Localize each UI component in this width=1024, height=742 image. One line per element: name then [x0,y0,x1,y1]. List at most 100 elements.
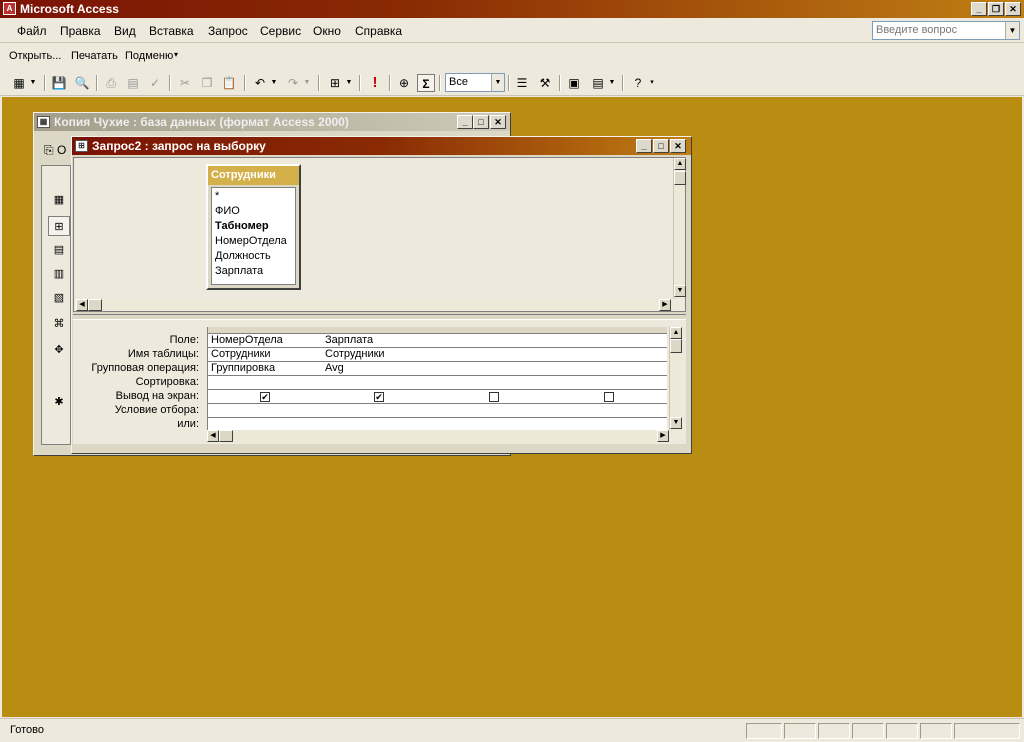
column-selector[interactable] [437,327,552,334]
grid-column-4[interactable] [552,327,667,432]
field-list-item[interactable]: Зарплата [215,265,263,277]
pages-icon[interactable]: ▧ [48,288,70,308]
tables-icon[interactable]: ▦ [48,190,70,210]
paste-icon[interactable]: 📋 [220,74,238,92]
spelling-icon[interactable]: ✓ [146,74,164,92]
field-list[interactable]: * ФИО Табномер НомерОтдела Должность Зар… [211,187,296,285]
column-selector[interactable] [208,327,323,334]
grid-cell-sort[interactable] [552,376,667,390]
menu-view[interactable]: Вид [114,24,136,38]
grid-cell-total[interactable] [437,362,552,376]
maximize-button[interactable]: □ [473,115,489,129]
show-checkbox[interactable]: ✔ [374,392,384,402]
close-button[interactable]: ✕ [490,115,506,129]
field-list-item[interactable]: * [215,190,219,202]
grid-cell-show[interactable]: ✔ [322,390,437,404]
grid-cell-sort[interactable] [322,376,437,390]
menu-file[interactable]: Файл [17,24,47,38]
grid-horizontal-scrollbar[interactable]: ◀ ▶ [207,430,669,442]
grid-column-2[interactable]: Зарплата Сотрудники Avg ✔ [322,327,437,432]
ask-question-box[interactable]: Введите вопрос ▼ [872,21,1020,40]
grid-cell-criteria[interactable] [322,404,437,418]
grid-cell-table[interactable]: Сотрудники [208,348,323,362]
scroll-left-icon[interactable]: ◀ [76,299,88,311]
grid-cell-field[interactable] [437,334,552,348]
run-icon[interactable]: ! [366,74,384,92]
scroll-right-icon[interactable]: ▶ [659,299,671,311]
undo-icon[interactable]: ↶ [251,74,269,92]
query-window-title-bar[interactable]: ⊞ Запрос2 : запрос на выборку _ □ ✕ [72,137,691,155]
table-pane[interactable]: Сотрудники * ФИО Табномер НомерОтдела До… [73,157,686,312]
grid-column-3[interactable] [437,327,552,432]
menu-edit[interactable]: Правка [60,24,101,38]
grid-cell-total[interactable] [552,362,667,376]
scroll-up-icon[interactable]: ▲ [670,327,682,339]
favorites-icon[interactable]: ✱ [48,392,70,412]
chevron-down-icon[interactable]: ▼ [269,74,279,92]
field-list-item[interactable]: ФИО [215,205,240,217]
open-button[interactable]: Открыть... [9,50,61,62]
scrollbar-thumb[interactable] [674,171,686,185]
grid-cell-criteria[interactable] [437,404,552,418]
database-open-button[interactable]: ⎘ О [44,143,66,158]
restore-button[interactable]: ❐ [988,2,1004,16]
grid-cell-sort[interactable] [208,376,323,390]
field-list-item[interactable]: Должность [215,250,271,262]
column-selector[interactable] [322,327,437,334]
table-pane-vertical-scrollbar[interactable]: ▲ ▼ [673,158,686,299]
close-button[interactable]: ✕ [1005,2,1021,16]
properties-icon[interactable]: ☰ [513,74,531,92]
scroll-up-icon[interactable]: ▲ [674,158,686,170]
chevron-down-icon[interactable]: ▼ [28,74,38,92]
show-table-icon[interactable]: ⊕ [395,74,413,92]
grid-cell-total[interactable]: Avg [322,362,437,376]
top-values-combo[interactable]: Все ▼ [445,73,505,92]
field-list-window[interactable]: Сотрудники * ФИО Табномер НомерОтдела До… [206,164,301,290]
grid-cell-table[interactable]: Сотрудники [322,348,437,362]
modules-icon[interactable]: ✥ [48,340,70,360]
database-window-title-bar[interactable]: ▦ Копия Чухие : база данных (формат Acce… [34,113,510,131]
chevron-down-icon[interactable]: ▼ [302,74,312,92]
access-app-icon[interactable]: A [3,2,16,15]
grid-cell-field[interactable] [552,334,667,348]
menu-query[interactable]: Запрос [208,24,248,38]
query-type-icon[interactable]: ⊞ [326,74,344,92]
chevron-down-icon[interactable]: ▾ [647,74,657,92]
minimize-button[interactable]: _ [971,2,987,16]
grid-cell-criteria[interactable] [208,404,323,418]
field-list-title[interactable]: Сотрудники [208,166,299,185]
print-preview-icon[interactable]: ▤ [124,74,142,92]
field-list-item-key[interactable]: Табномер [215,220,269,232]
print-button[interactable]: Печатать [71,50,118,62]
new-object-icon[interactable]: ▤ [589,74,607,92]
scrollbar-thumb[interactable] [219,430,233,442]
design-grid[interactable]: Поле: Имя таблицы: Групповая операция: С… [73,320,686,444]
queries-icon[interactable]: ⊞ [48,216,70,236]
view-icon[interactable]: ▦ [10,74,28,92]
grid-cell-table[interactable] [552,348,667,362]
scrollbar-thumb[interactable] [670,339,682,353]
totals-button[interactable]: Σ [417,74,435,92]
show-checkbox[interactable]: ✔ [260,392,270,402]
grid-cell-criteria[interactable] [552,404,667,418]
chevron-down-icon[interactable]: ▼ [607,74,617,92]
show-checkbox[interactable] [489,392,499,402]
grid-cell-show[interactable] [437,390,552,404]
menu-window[interactable]: Окно [313,24,341,38]
grid-cell-show[interactable] [552,390,667,404]
column-selector[interactable] [552,327,667,334]
scroll-down-icon[interactable]: ▼ [670,417,682,429]
submenu-button[interactable]: Подменю [125,50,173,62]
grid-cell-total[interactable]: Группировка [208,362,323,376]
chevron-down-icon[interactable]: ▼ [1005,22,1019,39]
close-button[interactable]: ✕ [670,139,686,153]
scroll-left-icon[interactable]: ◀ [207,430,219,442]
grid-column-1[interactable]: НомерОтдела Сотрудники Группировка ✔ [207,327,323,432]
help-icon[interactable]: ? [629,74,647,92]
show-checkbox[interactable] [604,392,614,402]
builder-icon[interactable]: ⚒ [536,74,554,92]
minimize-button[interactable]: _ [636,139,652,153]
search-icon[interactable]: 🔍 [73,74,91,92]
chevron-down-icon[interactable]: ▼ [491,74,504,91]
table-pane-horizontal-scrollbar[interactable]: ◀ ▶ [74,299,673,311]
